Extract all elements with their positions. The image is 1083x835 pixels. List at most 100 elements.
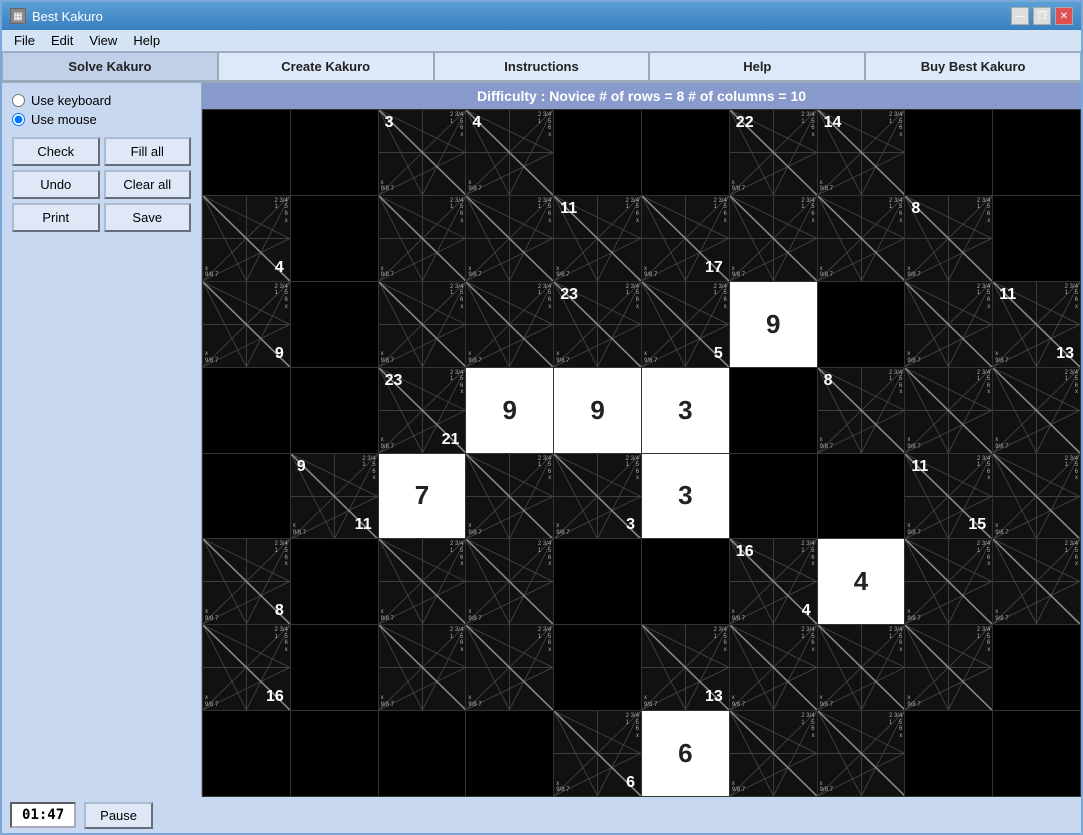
- black-cell: [291, 539, 378, 624]
- clue-cell: 2 3/41 5 6xx9/8 71113: [993, 282, 1080, 367]
- clue-cell: 2 3/41 5 6xx9/8 7: [993, 368, 1080, 453]
- answer-cell[interactable]: 9: [730, 282, 817, 367]
- black-cell: [291, 711, 378, 796]
- pause-button[interactable]: Pause: [84, 802, 153, 829]
- clue-cell: 2 3/41 5 6xx9/8 7: [466, 454, 553, 539]
- black-cell: [203, 454, 290, 539]
- input-mode-group: Use keyboard Use mouse: [12, 93, 191, 127]
- game-area: Difficulty : Novice # of rows = 8 # of c…: [202, 83, 1081, 797]
- clue-cell: 2 3/41 5 6xx9/8 71115: [905, 454, 992, 539]
- clue-cell: 2 3/41 5 6xx9/8 7911: [291, 454, 378, 539]
- undo-button[interactable]: Undo: [12, 170, 100, 199]
- clear-all-button[interactable]: Clear all: [104, 170, 192, 199]
- clue-cell: 2 3/41 5 6xx9/8 78: [905, 196, 992, 281]
- clue-cell: 2 3/41 5 6xx9/8 72321: [379, 368, 466, 453]
- black-cell: [818, 454, 905, 539]
- black-cell: [993, 625, 1080, 710]
- black-cell: [993, 711, 1080, 796]
- nav-create[interactable]: Create Kakuro: [218, 52, 434, 81]
- clue-cell: 2 3/41 5 6xx9/8 7: [379, 539, 466, 624]
- answer-cell[interactable]: 3: [642, 454, 729, 539]
- clue-cell: 2 3/41 5 6xx9/8 7: [993, 454, 1080, 539]
- fill-all-button[interactable]: Fill all: [104, 137, 192, 166]
- clue-cell: 2 3/41 5 6xx9/8 74: [203, 196, 290, 281]
- menu-edit[interactable]: Edit: [43, 31, 81, 50]
- black-cell: [203, 110, 290, 195]
- nav-bar: Solve Kakuro Create Kakuro Instructions …: [2, 52, 1081, 83]
- clue-cell: 2 3/41 5 6xx9/8 7: [379, 196, 466, 281]
- clue-cell: 2 3/41 5 6xx9/8 7: [993, 539, 1080, 624]
- black-cell: [730, 368, 817, 453]
- clue-cell: 2 3/41 5 6xx9/8 75: [642, 282, 729, 367]
- black-cell: [554, 539, 641, 624]
- black-cell: [905, 110, 992, 195]
- clue-cell: 2 3/41 5 6xx9/8 7: [466, 625, 553, 710]
- clue-cell: 2 3/41 5 6xx9/8 7164: [730, 539, 817, 624]
- menu-help[interactable]: Help: [125, 31, 168, 50]
- clue-cell: 2 3/41 5 6xx9/8 7: [818, 625, 905, 710]
- black-cell: [642, 110, 729, 195]
- answer-cell[interactable]: 3: [642, 368, 729, 453]
- black-cell: [554, 110, 641, 195]
- radio-mouse[interactable]: [12, 113, 25, 126]
- app-icon: ▦: [10, 8, 26, 24]
- black-cell: [730, 454, 817, 539]
- black-cell: [993, 196, 1080, 281]
- clue-cell: 2 3/41 5 6xx9/8 76: [554, 711, 641, 796]
- answer-cell[interactable]: 4: [818, 539, 905, 624]
- clue-cell: 2 3/41 5 6xx9/8 7: [466, 539, 553, 624]
- radio-keyboard-label[interactable]: Use keyboard: [12, 93, 191, 108]
- clue-cell: 2 3/41 5 6xx9/8 74: [466, 110, 553, 195]
- clue-cell: 2 3/41 5 6xx9/8 723: [554, 282, 641, 367]
- nav-buy[interactable]: Buy Best Kakuro: [865, 52, 1081, 81]
- clue-cell: 2 3/41 5 6xx9/8 717: [642, 196, 729, 281]
- clue-cell: 2 3/41 5 6xx9/8 714: [818, 110, 905, 195]
- black-cell: [466, 711, 553, 796]
- answer-cell[interactable]: 7: [379, 454, 466, 539]
- clue-cell: 2 3/41 5 6xx9/8 73: [379, 110, 466, 195]
- menu-file[interactable]: File: [6, 31, 43, 50]
- save-button[interactable]: Save: [104, 203, 192, 232]
- radio-keyboard[interactable]: [12, 94, 25, 107]
- menu-bar: File Edit View Help: [2, 30, 1081, 52]
- minimize-button[interactable]: —: [1011, 7, 1029, 25]
- kakuro-grid: 2 3/41 5 6xx9/8 732 3/41 5 6xx9/8 742 3/…: [202, 109, 1081, 797]
- answer-cell[interactable]: 6: [642, 711, 729, 796]
- restore-button[interactable]: ❐: [1033, 7, 1051, 25]
- clue-cell: 2 3/41 5 6xx9/8 711: [554, 196, 641, 281]
- clue-cell: 2 3/41 5 6xx9/8 7: [818, 711, 905, 796]
- main-area: Use keyboard Use mouse Check Fill all Un…: [2, 83, 1081, 797]
- clue-cell: 2 3/41 5 6xx9/8 7: [905, 282, 992, 367]
- nav-instructions[interactable]: Instructions: [434, 52, 650, 81]
- black-cell: [993, 110, 1080, 195]
- black-cell: [818, 282, 905, 367]
- radio-mouse-label[interactable]: Use mouse: [12, 112, 191, 127]
- status-bar: 01:47 Pause: [2, 797, 1081, 833]
- clue-cell: 2 3/41 5 6xx9/8 7: [730, 196, 817, 281]
- clue-cell: 2 3/41 5 6xx9/8 7: [730, 711, 817, 796]
- close-button[interactable]: ✕: [1055, 7, 1073, 25]
- clue-cell: 2 3/41 5 6xx9/8 713: [642, 625, 729, 710]
- grid-wrapper: 2 3/41 5 6xx9/8 732 3/41 5 6xx9/8 742 3/…: [202, 109, 1081, 797]
- clue-cell: 2 3/41 5 6xx9/8 7: [818, 196, 905, 281]
- answer-cell[interactable]: 9: [554, 368, 641, 453]
- game-header: Difficulty : Novice # of rows = 8 # of c…: [202, 83, 1081, 109]
- check-button[interactable]: Check: [12, 137, 100, 166]
- black-cell: [642, 539, 729, 624]
- clue-cell: 2 3/41 5 6xx9/8 7: [905, 368, 992, 453]
- main-window: ▦ Best Kakuro — ❐ ✕ File Edit View Help …: [0, 0, 1083, 835]
- answer-cell[interactable]: 9: [466, 368, 553, 453]
- clue-cell: 2 3/41 5 6xx9/8 7: [379, 282, 466, 367]
- clue-cell: 2 3/41 5 6xx9/8 79: [203, 282, 290, 367]
- black-cell: [291, 368, 378, 453]
- clue-cell: 2 3/41 5 6xx9/8 73: [554, 454, 641, 539]
- menu-view[interactable]: View: [81, 31, 125, 50]
- print-button[interactable]: Print: [12, 203, 100, 232]
- clue-cell: 2 3/41 5 6xx9/8 7: [905, 625, 992, 710]
- nav-help[interactable]: Help: [649, 52, 865, 81]
- clue-cell: 2 3/41 5 6xx9/8 78: [818, 368, 905, 453]
- black-cell: [291, 625, 378, 710]
- black-cell: [905, 711, 992, 796]
- nav-solve[interactable]: Solve Kakuro: [2, 52, 218, 81]
- timer-display: 01:47: [10, 802, 76, 828]
